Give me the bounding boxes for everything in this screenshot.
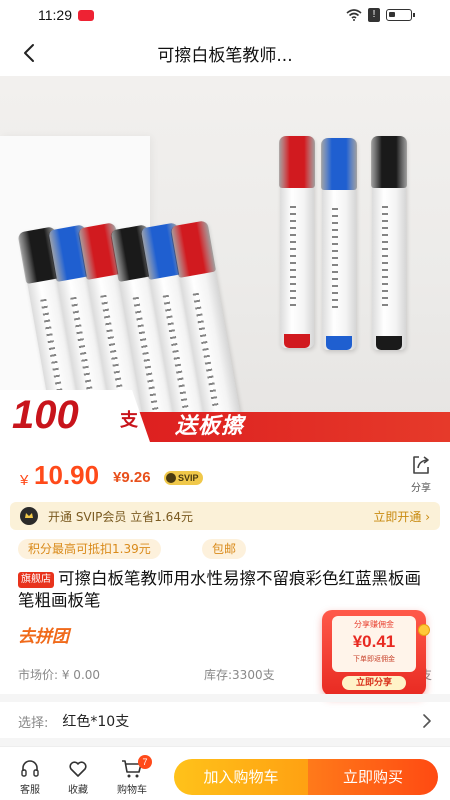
store-badge: 旗舰店 bbox=[18, 572, 54, 588]
price-currency: ¥ bbox=[20, 472, 29, 489]
product-title-text: 可擦白板笔教师用水性易擦不留痕彩色红蓝黑板画笔粗画板笔 bbox=[18, 569, 421, 610]
market-price: 市场价: ¥ 0.00 bbox=[18, 668, 101, 682]
cart-label: 购物车 bbox=[117, 785, 147, 796]
marker-label-stripe bbox=[382, 206, 388, 310]
share-label: 分享 bbox=[411, 483, 431, 494]
option-selector[interactable]: 选择: 红色*10支 bbox=[0, 704, 450, 738]
customer-service-label: 客服 bbox=[20, 785, 40, 796]
promo-quantity: 100 bbox=[12, 393, 79, 437]
back-button[interactable] bbox=[14, 38, 44, 68]
status-icons: ! bbox=[346, 8, 415, 22]
wifi-icon bbox=[346, 9, 362, 21]
points-tag: 积分最高可抵扣1.39元 bbox=[18, 539, 161, 559]
svip-banner-text: 开通 SVIP会员 立省1.64元 bbox=[48, 509, 193, 524]
divider bbox=[0, 738, 450, 746]
marker-pen bbox=[371, 136, 407, 350]
commission-inner: 分享赚佣金 ¥0.41 下单即返佣金 bbox=[332, 616, 416, 672]
svip-badge: SVIP bbox=[164, 471, 203, 485]
marker-cap bbox=[279, 136, 315, 188]
group-buy-link[interactable]: 去拼团 bbox=[18, 622, 69, 647]
share-now-button[interactable]: 立即分享 bbox=[342, 676, 406, 690]
chevron-left-icon bbox=[24, 44, 34, 62]
share-icon bbox=[413, 456, 429, 474]
buy-now-button[interactable]: 立即购买 bbox=[308, 759, 438, 795]
option-value: 红色*10支 bbox=[62, 714, 130, 730]
marker-label-stripe bbox=[290, 206, 296, 308]
status-bar: 11:29 ! bbox=[0, 0, 450, 30]
alert-icon: ! bbox=[368, 8, 380, 22]
marker-end bbox=[376, 336, 402, 350]
battery-icon bbox=[386, 9, 415, 21]
heart-icon bbox=[69, 761, 87, 777]
marker-cap bbox=[371, 136, 407, 188]
marker-end bbox=[326, 336, 352, 350]
promo-gift: 送板擦 bbox=[175, 414, 245, 439]
marker-label-stripe bbox=[332, 208, 338, 310]
battery-level bbox=[389, 12, 395, 17]
svip-price: ¥9.26 bbox=[113, 469, 151, 486]
share-commission-card[interactable]: 分享赚佣金 ¥0.41 下单即返佣金 立即分享 bbox=[322, 610, 430, 696]
marker-end bbox=[284, 334, 310, 348]
commission-amount: ¥0.41 bbox=[352, 632, 396, 651]
marker-cap bbox=[321, 138, 357, 190]
svip-banner[interactable]: 开通 SVIP会员 立省1.64元 立即开通 › bbox=[10, 502, 440, 530]
customer-service-button[interactable]: 客服 bbox=[10, 759, 50, 796]
svip-crown-icon bbox=[20, 507, 38, 525]
header: 可擦白板笔教师... bbox=[0, 30, 450, 76]
svip-open-link[interactable]: 立即开通 › bbox=[373, 508, 430, 525]
cart-button[interactable]: 购物车 7 bbox=[112, 755, 152, 796]
cart-count-badge: 7 bbox=[138, 755, 152, 769]
promo-banner: 100 支 送板擦 bbox=[0, 390, 450, 442]
product-image[interactable]: 100 支 送板擦 bbox=[0, 76, 450, 442]
divider bbox=[0, 694, 450, 702]
marker-pen bbox=[279, 136, 315, 348]
promo-unit: 支 bbox=[120, 410, 138, 431]
stock-count: 库存:3300支 bbox=[204, 668, 275, 682]
add-to-cart-button[interactable]: 加入购物车 bbox=[174, 759, 308, 795]
notification-icon bbox=[78, 9, 94, 21]
favorite-button[interactable]: 收藏 bbox=[58, 759, 98, 796]
status-time: 11:29 bbox=[38, 7, 72, 23]
option-label: 选择: bbox=[18, 715, 49, 731]
headset-icon bbox=[21, 760, 39, 777]
marker-cap bbox=[169, 220, 217, 278]
commission-title: 分享赚佣金 bbox=[354, 620, 394, 629]
chevron-right-icon bbox=[423, 714, 431, 728]
free-shipping-tag: 包邮 bbox=[202, 539, 247, 559]
share-button[interactable]: 分享 bbox=[404, 454, 438, 494]
commission-subtitle: 下单即返佣金 bbox=[353, 655, 395, 663]
coin-icon bbox=[418, 624, 430, 636]
marker-pen bbox=[321, 138, 357, 350]
favorite-label: 收藏 bbox=[68, 785, 88, 796]
product-title: 旗舰店 可擦白板笔教师用水性易擦不留痕彩色红蓝黑板画笔粗画板笔 bbox=[18, 568, 430, 612]
price-main: 10.90 bbox=[34, 460, 100, 490]
bottom-action-bar: 客服 收藏 购物车 7 加入购物车 立即购买 bbox=[0, 746, 450, 800]
price-row: ¥ 10.90 ¥9.26 SVIP 分享 bbox=[0, 446, 450, 502]
page-title: 可擦白板笔教师... bbox=[157, 45, 293, 66]
